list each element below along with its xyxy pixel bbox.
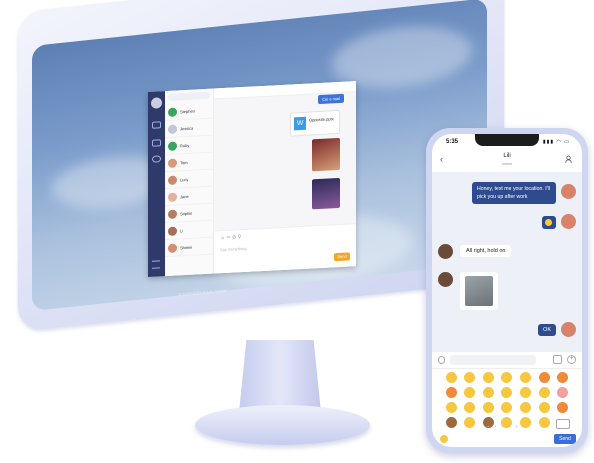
- emoji-icon[interactable]: [520, 387, 532, 398]
- sticker-message: [460, 272, 498, 310]
- contact-name: Ruby: [180, 142, 190, 148]
- chat-icon[interactable]: [152, 121, 161, 129]
- file-message[interactable]: W Opposite.pptx: [290, 109, 340, 137]
- smiley-icon: [545, 219, 552, 226]
- add-icon[interactable]: +: [567, 355, 576, 364]
- emoji-icon[interactable]: [501, 402, 513, 413]
- message-bubble-outgoing: Honey, text me your location. I'll pick …: [472, 182, 556, 204]
- group-icon[interactable]: [152, 155, 161, 163]
- message-input-area[interactable]: ☺ ✂ ⊘ ⚲ Say something Send: [214, 223, 356, 274]
- user-icon[interactable]: [565, 155, 572, 164]
- emoji-icon[interactable]: [501, 387, 513, 398]
- emoji-icon[interactable]: [520, 372, 532, 383]
- contact-name: Lucy: [180, 176, 189, 182]
- avatar: [561, 322, 576, 337]
- emoji-icon[interactable]: [501, 372, 513, 383]
- contact-name: Jane: [180, 193, 189, 199]
- image-message[interactable]: [312, 137, 340, 172]
- avatar[interactable]: [151, 97, 162, 109]
- emoji-icon[interactable]: [557, 402, 569, 413]
- conversation-list: Stephen Jessica Ruby Tom Lucy Jane Sophi…: [165, 88, 214, 277]
- emoji-panel: [442, 372, 572, 429]
- message-list: Honey, text me your location. I'll pick …: [432, 172, 582, 352]
- contact-name: Lili: [503, 153, 511, 159]
- image-message[interactable]: [312, 177, 340, 210]
- contact-name: Stephen: [180, 108, 195, 114]
- chat-header: ‹ Lili online: [432, 150, 582, 173]
- word-file-icon: W: [294, 116, 306, 131]
- phone-notch: [475, 134, 539, 146]
- emoji-toggle-icon[interactable]: [440, 435, 448, 443]
- message-bubble: Cio e mail: [318, 93, 344, 105]
- emoji-icon[interactable]: [482, 387, 494, 398]
- cat-sticker: [465, 276, 493, 306]
- avatar: [438, 272, 453, 287]
- contact-name: Tom: [180, 159, 188, 165]
- contacts-icon[interactable]: [152, 139, 161, 147]
- emoji-icon[interactable]: [445, 402, 457, 413]
- emoji-icon[interactable]: [464, 387, 476, 398]
- list-item[interactable]: Shimei: [165, 237, 213, 258]
- emoji-icon[interactable]: [482, 402, 494, 413]
- contact-name: Sophie: [180, 210, 193, 216]
- emoji-icon[interactable]: [445, 387, 457, 398]
- bottom-bar: Send: [432, 432, 582, 447]
- microphone-icon[interactable]: [438, 356, 445, 364]
- monitor-base: [195, 405, 370, 445]
- message-field[interactable]: [450, 355, 536, 365]
- menu-icon[interactable]: [152, 260, 160, 269]
- avatar: [561, 184, 576, 199]
- emoji-icon[interactable]: [482, 372, 494, 383]
- chat-panel: Cio e mail W Opposite.pptx ☺ ✂ ⊘ ⚲ Say s…: [214, 81, 356, 274]
- search-input[interactable]: [168, 91, 210, 101]
- contact-name: Li: [180, 227, 184, 233]
- status-icons: ▮▮▮ ◠ ▭: [542, 139, 570, 145]
- emoji-message: [542, 216, 556, 229]
- page-indicator: • • • • • •: [487, 424, 527, 430]
- send-button[interactable]: Send: [554, 434, 576, 444]
- emoji-icon[interactable]: [538, 387, 550, 398]
- emoji-icon[interactable]: [557, 387, 569, 398]
- emoji-icon[interactable]: [538, 372, 550, 383]
- status-time: 5:35: [446, 139, 459, 145]
- emoji-icon[interactable]: [464, 402, 476, 413]
- emoji-icon[interactable]: [464, 372, 476, 383]
- toolbar-icons[interactable]: ☺ ✂ ⊘ ⚲: [220, 234, 241, 241]
- contact-name: Shimei: [180, 244, 193, 250]
- emoji-icon[interactable]: [520, 402, 532, 413]
- send-button[interactable]: Send: [334, 252, 350, 262]
- emoji-icon[interactable]: [538, 402, 550, 413]
- message-bubble-outgoing: OK: [538, 324, 556, 336]
- contact-name: Jessica: [180, 125, 194, 131]
- input-bar: +: [432, 352, 582, 369]
- emoji-icon[interactable]: [445, 372, 457, 383]
- avatar: [438, 244, 453, 259]
- status-bar: 5:35 ▮▮▮ ◠ ▭: [432, 134, 582, 150]
- contact-status: online: [501, 161, 513, 166]
- message-placeholder: Say something: [220, 245, 247, 253]
- message-bubble-incoming: All right, hold on: [460, 245, 512, 257]
- phone-device: 5:35 ▮▮▮ ◠ ▭ ‹ Lili online Honey, text m…: [426, 128, 588, 453]
- avatar: [561, 214, 576, 229]
- emoji-icon[interactable]: [557, 372, 569, 383]
- phone-screen: 5:35 ▮▮▮ ◠ ▭ ‹ Lili online Honey, text m…: [432, 134, 582, 447]
- nav-rail: [148, 91, 165, 277]
- keyboard-icon[interactable]: [553, 355, 562, 364]
- file-name: Opposite.pptx: [309, 116, 334, 123]
- desktop-chat-app: Stephen Jessica Ruby Tom Lucy Jane Sophi…: [148, 81, 356, 277]
